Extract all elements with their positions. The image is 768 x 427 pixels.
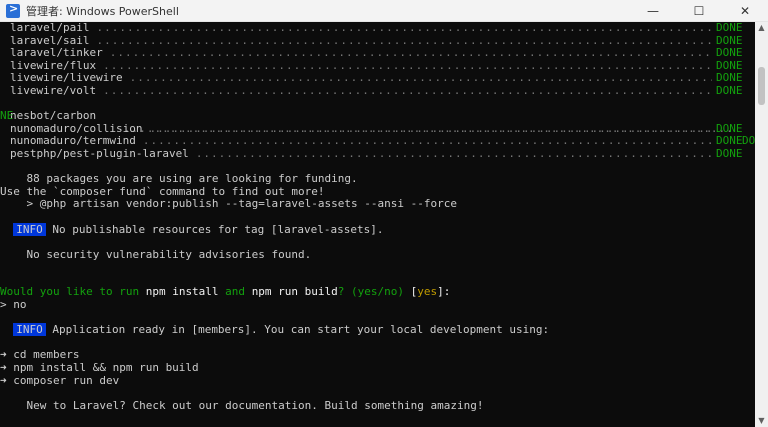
package-status-wrap: NE (0, 109, 14, 123)
package-list: laravel/pail............................… (0, 22, 755, 98)
dot-leader: ........................................… (149, 122, 712, 135)
title-bar: 管理者: Windows PowerShell — ☐ ✕ (0, 0, 768, 22)
package-name: laravel/tinker (10, 46, 103, 60)
info-badge: INFO (13, 323, 46, 337)
info-message-1: INFO No publishable resources for tag [l… (0, 222, 755, 237)
package-status: DONE (716, 46, 743, 60)
info-text: No publishable resources for tag [larave… (45, 222, 384, 236)
maximize-button[interactable]: ☐ (676, 0, 722, 22)
package-row: laravel/pail............................… (0, 22, 755, 35)
scroll-down-arrow-icon[interactable]: ▼ (755, 415, 768, 427)
package-name: pestphp/pest-plugin-laravel (10, 146, 189, 160)
closing-message: New to Laravel? Check out our documentat… (0, 398, 484, 412)
dot-leader: ........................................… (96, 22, 712, 34)
vertical-scrollbar[interactable]: ▲ ▼ (755, 22, 768, 427)
package-row: pestphp/pest-plugin-laravel.............… (0, 146, 755, 161)
package-row: livewire/volt...........................… (0, 83, 755, 98)
window-title: 管理者: Windows PowerShell (26, 4, 179, 18)
scroll-up-arrow-icon[interactable]: ▲ (755, 22, 768, 34)
package-status: DONE (716, 146, 743, 160)
next-steps: ➜ cd members ➜ npm install && npm run bui… (0, 349, 755, 387)
info-badge: INFO (13, 222, 46, 236)
package-name: livewire/volt (10, 83, 97, 97)
powershell-icon (6, 2, 20, 18)
package-row: laravel/sail............................… (0, 34, 755, 48)
package-status: DONE (716, 83, 743, 97)
terminal-output[interactable]: laravel/pail............................… (0, 22, 755, 427)
next-step-command: ➜ composer run dev (0, 373, 120, 387)
npm-prompt: Would you like to run npm install and np… (0, 285, 451, 299)
package-list-2: nunomaduro/collision....................… (0, 122, 755, 161)
package-name: laravel/pail (10, 22, 90, 34)
dot-leader: ........................................… (103, 84, 712, 97)
funding-line: 88 packages you are using are looking fo… (0, 172, 358, 186)
info-message-2: INFO Application ready in [members]. You… (0, 323, 755, 337)
next-step-command: ➜ npm install && npm run build (0, 361, 199, 375)
security-message: No security vulnerability advisories fou… (0, 247, 312, 261)
scroll-thumb[interactable] (758, 67, 765, 105)
artisan-command: > @php artisan vendor:publish --tag=lara… (0, 197, 457, 211)
package-row: laravel/tinker..........................… (0, 47, 755, 60)
info-text: Application ready in [members]. You can … (45, 323, 550, 337)
dot-leader: ........................................… (142, 135, 712, 148)
dot-leader: ........................................… (103, 59, 712, 72)
close-button[interactable]: ✕ (722, 0, 768, 22)
package-row-nesbot: nesbot/carbon ..........................… (0, 98, 755, 147)
minimize-button[interactable]: — (630, 0, 676, 22)
dot-leader: ........................................… (195, 147, 712, 160)
dot-leader: ........................................… (109, 47, 712, 60)
window-controls: — ☐ ✕ (630, 0, 768, 22)
package-status: DONE (716, 22, 743, 34)
dot-leader: ........................................… (96, 34, 712, 47)
dot-leader: ........................................… (129, 72, 712, 85)
package-row: livewire/livewire.......................… (0, 72, 755, 85)
prompt-answer: > no (0, 298, 27, 312)
